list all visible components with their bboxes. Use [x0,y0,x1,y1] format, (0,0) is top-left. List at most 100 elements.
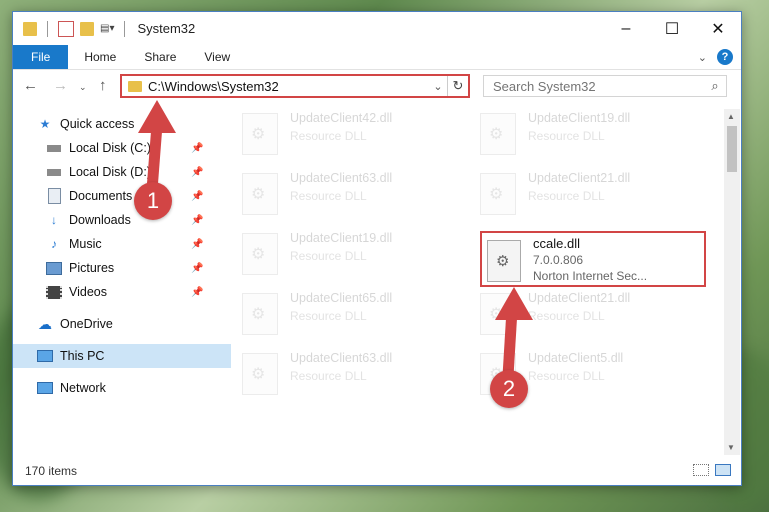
window-title: System32 [137,21,196,36]
pin-icon[interactable]: 📌 [191,143,203,154]
pin-icon[interactable]: 📌 [191,191,203,202]
pin-icon[interactable]: 📌 [191,215,203,226]
file-version: 7.0.0.806 [533,253,584,267]
file-name: UpdateClient63.dll [290,171,393,185]
file-item[interactable]: UpdateClient63.dll Resource DLL [242,171,462,221]
file-type: Resource DLL [290,249,367,263]
file-item[interactable]: UpdateClient63.dll Resource DLL [242,351,462,401]
nav-item-onedrive[interactable]: ☁ OneDrive [13,312,231,336]
vertical-scrollbar[interactable]: ▲ ▼ [724,109,740,455]
file-name: UpdateClient21.dll [528,291,631,305]
file-type: Resource DLL [290,309,367,323]
properties-icon[interactable] [58,20,74,37]
dll-file-icon [242,173,278,215]
maximize-button[interactable]: ☐ [649,12,695,45]
nav-item-label: Documents [69,189,133,203]
onedrive-icon: ☁ [38,315,52,332]
dll-file-icon [242,293,278,335]
scroll-down-icon[interactable]: ▼ [727,443,735,452]
title-bar: ▤▾ System32 – ☐ ✕ [13,12,741,45]
nav-item-documents[interactable]: Documents 📌 [13,184,240,208]
nav-item-label: Music [69,237,102,251]
highlighted-file-item[interactable]: ccale.dll 7.0.0.806 Norton Internet Sec.… [480,231,706,287]
tab-share[interactable]: Share [130,45,190,69]
close-button[interactable]: ✕ [695,12,741,45]
file-name: ccale.dll [533,236,580,251]
nav-item-videos[interactable]: Videos 📌 [13,280,240,304]
file-item[interactable]: UpdateClient65.dll Resource DLL [242,291,462,341]
dll-file-icon [242,233,278,275]
folder-icon [23,21,37,36]
expand-ribbon-icon[interactable]: ⌄ [698,51,707,64]
nav-item-this-pc[interactable]: This PC [13,344,231,368]
nav-item-label: Local Disk (C:) [69,141,151,155]
drive-icon [46,165,62,179]
minimize-button[interactable]: – [603,12,649,45]
search-box[interactable]: ⌕ [483,75,727,97]
nav-item-quick-access[interactable]: ★ Quick access [13,112,231,136]
file-type: Resource DLL [528,309,605,323]
file-item[interactable]: UpdateClient21.dll Resource DLL [480,171,700,221]
back-arrow-icon[interactable]: ← [23,77,38,94]
dll-file-icon [480,293,516,335]
address-bar[interactable]: C:\Windows\System32 ⌄ ↻ [120,74,470,98]
nav-item-label: OneDrive [60,317,113,331]
item-count: 170 items [25,464,78,478]
file-name: UpdateClient19.dll [528,111,631,125]
address-path[interactable]: C:\Windows\System32 [148,79,429,94]
scroll-up-icon[interactable]: ▲ [727,112,735,121]
nav-item-network[interactable]: Network [13,376,231,400]
file-name: UpdateClient42.dll [290,111,393,125]
help-icon[interactable]: ? [717,49,733,65]
pc-icon [37,349,53,363]
file-item[interactable]: UpdateClient19.dll Resource DLL [480,111,700,161]
file-list: UpdateClient42.dll Resource DLL UpdateCli… [220,109,723,455]
file-item[interactable]: UpdateClient21.dll Resource DLL [480,291,700,341]
up-arrow-icon[interactable]: ↑ [99,77,107,94]
recent-locations-icon[interactable]: ⌄ [79,82,87,93]
file-name: UpdateClient65.dll [290,291,393,305]
tab-file[interactable]: File [13,45,69,69]
divider [124,20,126,37]
file-item[interactable]: UpdateClient19.dll Resource DLL [242,231,462,281]
divider [47,20,48,37]
nav-item-downloads[interactable]: ↓ Downloads 📌 [13,208,240,232]
pictures-icon [46,261,62,275]
tab-home[interactable]: Home [68,45,130,69]
details-view-icon[interactable] [693,464,709,476]
pin-icon[interactable]: 📌 [191,287,203,298]
file-name: UpdateClient63.dll [290,351,393,365]
forward-arrow-icon[interactable]: → [53,77,68,94]
nav-item-local-disk-c[interactable]: Local Disk (C:) 📌 [13,136,240,160]
file-description: Norton Internet Sec... [533,269,648,283]
nav-item-label: Downloads [69,213,131,227]
scroll-thumb[interactable] [727,126,737,172]
dll-file-icon [242,113,278,155]
navigation-pane: ★ Quick access Local Disk (C:) 📌 Local D… [13,109,231,455]
refresh-icon[interactable]: ↻ [447,76,468,96]
nav-item-local-disk-d[interactable]: Local Disk (D:) 📌 [13,160,240,184]
drive-icon [46,141,62,155]
pin-icon[interactable]: 📌 [191,167,203,178]
new-folder-icon[interactable] [80,21,94,36]
file-type: Resource DLL [528,369,605,383]
chevron-down-icon[interactable]: ⌄ [429,80,447,93]
large-icons-view-icon[interactable] [715,464,731,476]
address-row: ← → ⌄ ↑ C:\Windows\System32 ⌄ ↻ ⌕ [13,72,741,102]
explorer-window: ▤▾ System32 – ☐ ✕ File Home Share View ⌄… [12,11,742,486]
view-switcher [693,464,731,476]
nav-item-pictures[interactable]: Pictures 📌 [13,256,240,280]
pin-icon[interactable]: 📌 [191,239,203,250]
file-name: UpdateClient19.dll [290,231,393,245]
nav-item-label: Network [60,381,106,395]
nav-item-label: Videos [69,285,107,299]
documents-icon [46,188,62,204]
file-item[interactable]: UpdateClient42.dll Resource DLL [242,111,462,161]
search-icon[interactable]: ⌕ [704,78,726,94]
customize-toolbar-icon[interactable]: ▤▾ [100,23,114,34]
file-type: Resource DLL [528,189,605,203]
nav-item-music[interactable]: ♪ Music 📌 [13,232,240,256]
tab-view[interactable]: View [190,45,244,69]
search-input[interactable] [484,77,704,95]
pin-icon[interactable]: 📌 [191,263,203,274]
